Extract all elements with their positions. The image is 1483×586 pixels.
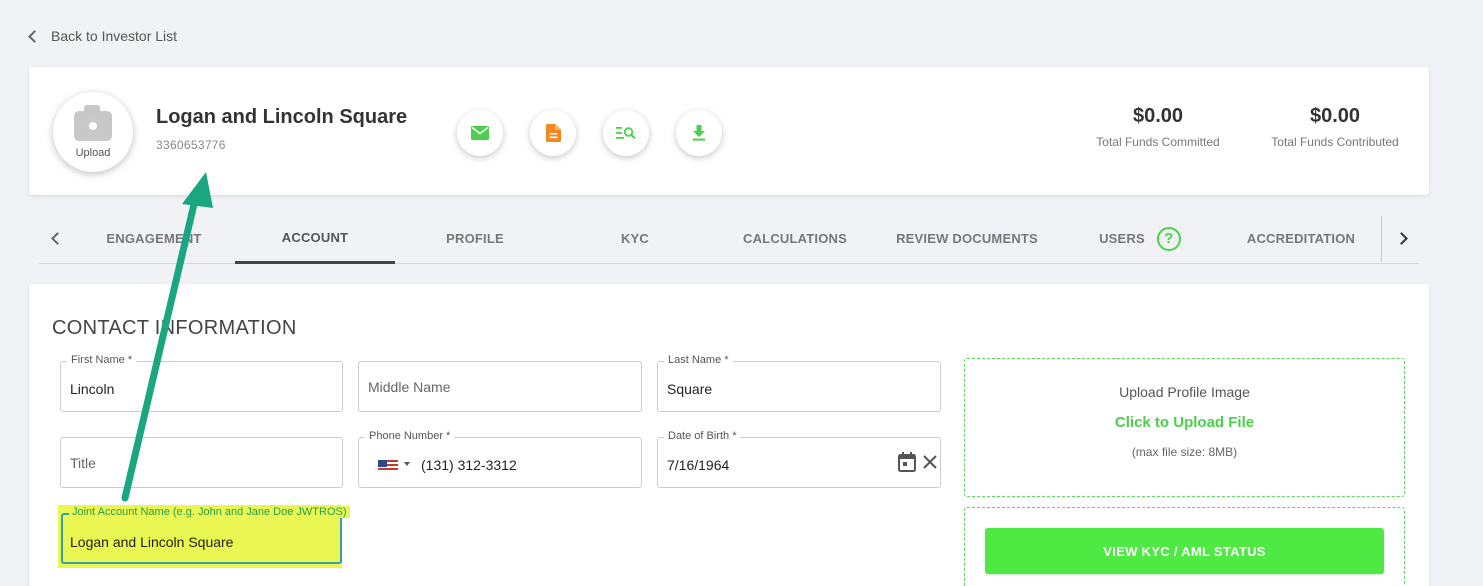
annotation-arrow xyxy=(121,172,213,502)
